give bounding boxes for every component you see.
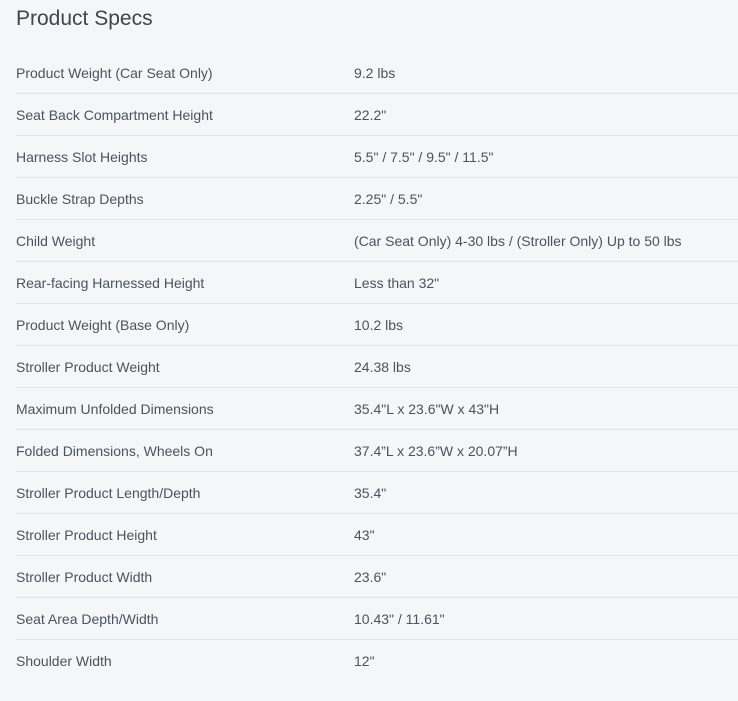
spec-value: 9.2 lbs — [354, 64, 396, 81]
spec-row: Stroller Product Height 43" — [16, 514, 738, 556]
spec-row: Folded Dimensions, Wheels On 37.4”L x 23… — [16, 430, 738, 472]
spec-value: 10.43" / 11.61" — [354, 610, 445, 627]
spec-label: Harness Slot Heights — [16, 148, 148, 165]
spec-value: 23.6" — [354, 568, 387, 585]
spec-row: Child Weight (Car Seat Only) 4-30 lbs / … — [16, 220, 738, 262]
spec-row: Harness Slot Heights 5.5" / 7.5" / 9.5" … — [16, 136, 738, 178]
spec-label: Stroller Product Width — [16, 568, 153, 585]
spec-label: Seat Area Depth/Width — [16, 610, 159, 627]
spec-label: Product Weight (Car Seat Only) — [16, 64, 213, 81]
spec-value: 24.38 lbs — [354, 358, 411, 375]
spec-value: 2.25" / 5.5" — [354, 190, 423, 207]
spec-label: Stroller Product Height — [16, 526, 157, 543]
spec-value: 12" — [354, 653, 375, 669]
specs-table: Product Weight (Car Seat Only) 9.2 lbs S… — [16, 52, 738, 682]
spec-row: Rear-facing Harnessed Height Less than 3… — [16, 262, 738, 304]
spec-value: (Car Seat Only) 4-30 lbs / (Stroller Onl… — [354, 232, 682, 249]
spec-label: Stroller Product Weight — [16, 358, 160, 375]
spec-row: Buckle Strap Depths 2.25" / 5.5" — [16, 178, 738, 220]
spec-label: Folded Dimensions, Wheels On — [16, 442, 213, 459]
spec-row: Stroller Product Width 23.6" — [16, 556, 738, 598]
spec-label: Rear-facing Harnessed Height — [16, 274, 205, 291]
spec-value: 10.2 lbs — [354, 316, 404, 333]
spec-row: Product Weight (Base Only) 10.2 lbs — [16, 304, 738, 346]
spec-label: Seat Back Compartment Height — [16, 106, 213, 123]
spec-value: 43" — [354, 526, 375, 543]
spec-label: Stroller Product Length/Depth — [16, 484, 201, 501]
spec-row: Product Weight (Car Seat Only) 9.2 lbs — [16, 52, 738, 94]
spec-row: Maximum Unfolded Dimensions 35.4"L x 23.… — [16, 388, 738, 430]
section-title: Product Specs — [16, 7, 153, 30]
spec-row: Stroller Product Length/Depth 35.4" — [16, 472, 738, 514]
spec-value: 5.5" / 7.5" / 9.5" / 11.5" — [354, 148, 494, 165]
product-specs-section: Product Specs Product Weight (Car Seat O… — [0, 0, 738, 701]
spec-value: 35.4"L x 23.6"W x 43"H — [354, 400, 500, 417]
spec-value: Less than 32" — [354, 274, 440, 291]
spec-label: Buckle Strap Depths — [16, 190, 144, 207]
spec-label: Shoulder Width — [16, 653, 112, 669]
spec-label: Maximum Unfolded Dimensions — [16, 400, 214, 417]
spec-value: 37.4”L x 23.6”W x 20.07”H — [354, 442, 518, 459]
spec-row: Stroller Product Weight 24.38 lbs — [16, 346, 738, 388]
spec-value: 22.2" — [354, 106, 387, 123]
spec-row: Seat Back Compartment Height 22.2" — [16, 94, 738, 136]
spec-row: Shoulder Width 12" — [16, 640, 738, 682]
spec-label: Product Weight (Base Only) — [16, 316, 190, 333]
spec-value: 35.4" — [354, 484, 387, 501]
spec-row: Seat Area Depth/Width 10.43" / 11.61" — [16, 598, 738, 640]
spec-label: Child Weight — [16, 232, 96, 249]
